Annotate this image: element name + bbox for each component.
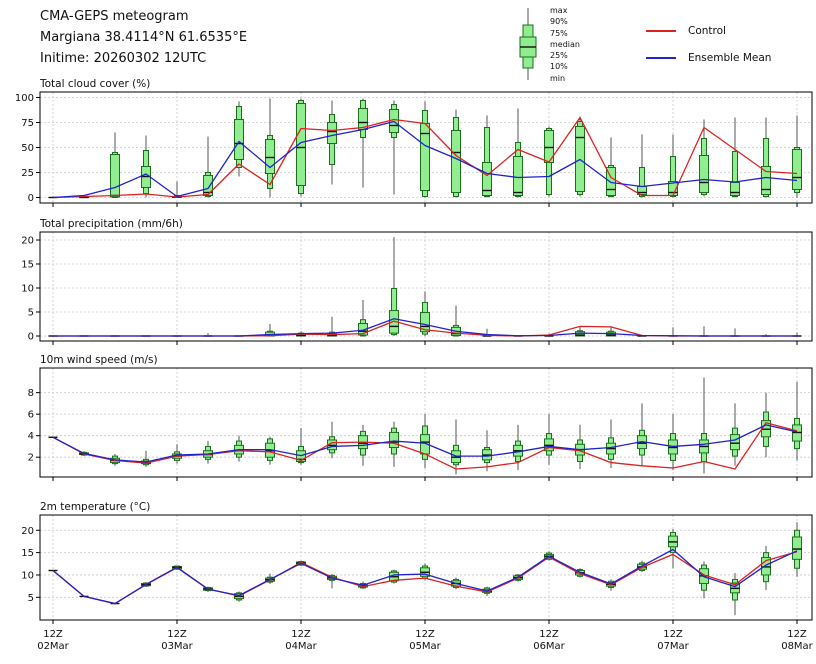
svg-text:12Z: 12Z [787,629,807,640]
legend-control: Control [646,25,726,37]
panel-2-boxes [49,237,802,336]
meteogram-page: 0255075100Total cloud cover (%)05101520T… [0,0,816,664]
legend-label-median: median [550,39,580,50]
legend-label-min: min [550,73,580,84]
legend-ensemble: Ensemble Mean [646,52,771,64]
meteogram-chart: 0255075100Total cloud cover (%)05101520T… [0,0,816,664]
svg-text:2m temperature (°C): 2m temperature (°C) [40,501,150,513]
initime-text: Initime: 20260302 12UTC [40,48,247,69]
svg-text:12Z: 12Z [167,629,187,640]
svg-text:20: 20 [21,526,34,537]
page-title: CMA-GEPS meteogram [40,6,247,27]
legend-label-25: 25% [550,50,580,61]
svg-text:10: 10 [21,284,34,295]
svg-text:75: 75 [21,118,34,129]
location-text: Margiana 38.4114°N 61.6535°E [40,27,247,48]
svg-text:0: 0 [28,193,34,204]
svg-text:20: 20 [21,236,34,247]
svg-text:10m wind speed (m/s): 10m wind speed (m/s) [40,354,158,366]
panel-1-group: 0 25 50 75 100 Total cloud cover (%) [15,78,812,207]
svg-text:07Mar: 07Mar [657,641,689,652]
svg-text:5: 5 [28,308,34,319]
panel-1-boxes [49,99,802,198]
svg-text:08Mar: 08Mar [781,641,813,652]
svg-text:02Mar: 02Mar [37,641,69,652]
svg-text:50: 50 [21,143,34,154]
box-whisker-legend-labels: max 90% 75% median 25% 10% min [550,5,580,84]
svg-text:100: 100 [15,93,34,104]
svg-text:06Mar: 06Mar [533,641,565,652]
svg-text:12Z: 12Z [43,629,63,640]
svg-text:15: 15 [21,548,34,559]
control-line-swatch [646,30,676,32]
legend-label-10: 10% [550,61,580,72]
panel-3-group: 2 4 6 8 10m wind speed (m/s) [28,354,812,481]
header: CMA-GEPS meteogram Margiana 38.4114°N 61… [40,6,247,69]
legend-label-90: 90% [550,16,580,27]
legend-label-max: max [550,5,580,16]
svg-text:15: 15 [21,260,34,271]
svg-text:5: 5 [28,593,34,604]
svg-text:25: 25 [21,168,34,179]
svg-text:4: 4 [28,431,34,442]
svg-text:Total cloud cover (%): Total cloud cover (%) [39,78,150,90]
svg-text:Total precipitation (mm/6h): Total precipitation (mm/6h) [39,218,183,230]
box-whisker-legend-icon [520,8,536,80]
svg-text:8: 8 [28,388,34,399]
svg-text:04Mar: 04Mar [285,641,317,652]
svg-text:6: 6 [28,410,34,421]
ensemble-label: Ensemble Mean [688,52,771,64]
svg-text:03Mar: 03Mar [161,641,193,652]
svg-text:2: 2 [28,453,34,464]
svg-text:05Mar: 05Mar [409,641,441,652]
panel-2-group: 0 5 10 15 20 Total precipitation (mm/6h) [21,218,812,345]
control-label: Control [688,25,726,37]
svg-text:12Z: 12Z [291,629,311,640]
svg-text:0: 0 [28,332,34,343]
svg-text:10: 10 [21,570,34,581]
ensemble-line-swatch [646,57,676,59]
panel-4-group: 5 10 15 20 2m temperature (°C) [21,501,812,624]
svg-text:12Z: 12Z [415,629,435,640]
x-axis-labels: 12Z02Mar12Z03Mar12Z04Mar12Z05Mar12Z06Mar… [37,629,813,652]
legend-label-75: 75% [550,28,580,39]
svg-text:12Z: 12Z [663,629,683,640]
svg-text:12Z: 12Z [539,629,559,640]
